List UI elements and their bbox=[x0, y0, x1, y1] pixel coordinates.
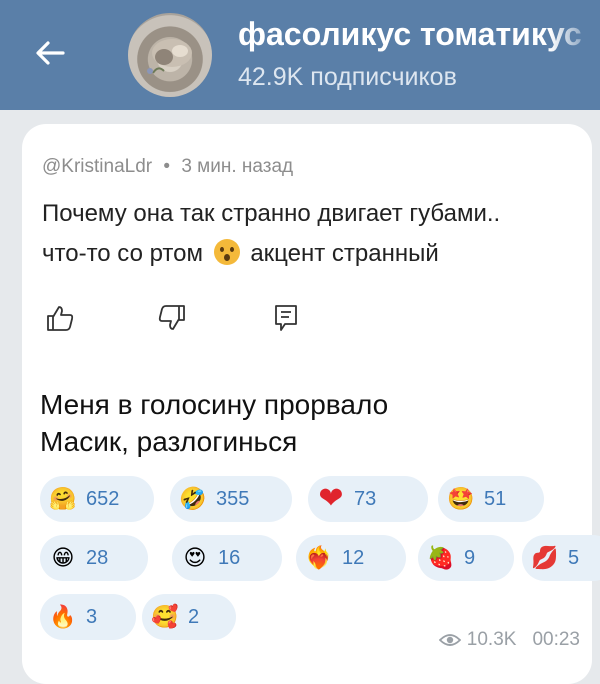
heart-on-fire-icon: ❤‍🔥 bbox=[305, 545, 333, 570]
reaction-count: 51 bbox=[484, 487, 507, 510]
thumbs-up-icon bbox=[47, 306, 74, 331]
eye-icon bbox=[438, 634, 461, 646]
comment-icon bbox=[275, 305, 297, 331]
thumbs-down-icon bbox=[158, 305, 185, 330]
comment-line-2-after: акцент странный bbox=[250, 240, 439, 267]
reaction-count: 652 bbox=[86, 487, 120, 510]
hugging-face-icon: 🤗 bbox=[49, 486, 77, 511]
heart-eyes-icon: 😍 bbox=[183, 545, 207, 570]
comment-time: 3 мин. назад bbox=[181, 156, 294, 177]
arrow-left-icon bbox=[36, 41, 65, 65]
red-heart-icon: ❤ bbox=[318, 482, 344, 515]
reaction-count: 355 bbox=[216, 487, 250, 510]
meta-separator: • bbox=[163, 156, 171, 177]
reaction-kiss-mark[interactable]: 💋 5 bbox=[522, 535, 600, 581]
reaction-heart-eyes[interactable]: 😍 16 bbox=[172, 535, 282, 581]
dislike-button[interactable] bbox=[154, 300, 190, 336]
kiss-mark-icon: 💋 bbox=[531, 545, 559, 570]
avatar-image bbox=[147, 39, 192, 74]
message-card: @KristinaLdr • 3 мин. назад Почему она т… bbox=[22, 124, 600, 684]
reaction-count: 16 bbox=[218, 546, 241, 569]
channel-title[interactable]: фасоликус томатикус bbox=[238, 16, 600, 53]
message-time: 00:23 bbox=[532, 629, 580, 650]
comment-actions bbox=[42, 300, 342, 340]
back-button[interactable] bbox=[30, 33, 70, 73]
grinning-face-icon: 😁 bbox=[51, 545, 75, 570]
fire-icon: 🔥 bbox=[49, 604, 77, 629]
reaction-hugging-face[interactable]: 🤗 652 bbox=[40, 476, 154, 522]
star-struck-icon: 🤩 bbox=[447, 486, 475, 511]
reaction-count: 73 bbox=[354, 487, 377, 510]
post-line-2: Масик, разлогинься bbox=[40, 426, 298, 457]
reaction-count: 2 bbox=[188, 605, 200, 628]
reaction-count: 9 bbox=[464, 546, 476, 569]
channel-header: фасоликус томатикус 42.9K подписчиков bbox=[0, 0, 600, 110]
reaction-fire[interactable]: 🔥 3 bbox=[40, 594, 136, 640]
reaction-red-heart[interactable]: ❤ 73 bbox=[308, 476, 428, 522]
channel-avatar[interactable] bbox=[128, 13, 212, 97]
like-button[interactable] bbox=[42, 300, 78, 336]
reply-button[interactable] bbox=[268, 300, 304, 336]
comment-line-2: что-то со ртом акцент странный bbox=[42, 234, 600, 274]
subscriber-count: 42.9K подписчиков bbox=[238, 63, 457, 91]
rolling-laughing-icon: 🤣 bbox=[179, 486, 207, 511]
comment-text: Почему она так странно двигает губами.. … bbox=[42, 194, 600, 274]
reaction-count: 3 bbox=[86, 605, 98, 628]
message-meta: 10.3K 00:23 bbox=[438, 629, 580, 651]
reaction-grinning-face[interactable]: 😁 28 bbox=[40, 535, 148, 581]
post-text: Меня в голосину прорвало Масик, разлогин… bbox=[40, 386, 388, 460]
reaction-star-struck[interactable]: 🤩 51 bbox=[438, 476, 544, 522]
comment-line-1: Почему она так странно двигает губами.. bbox=[42, 200, 501, 227]
reaction-count: 12 bbox=[342, 546, 365, 569]
comment-meta: @KristinaLdr • 3 мин. назад bbox=[42, 156, 293, 178]
surprised-face-icon bbox=[213, 239, 240, 265]
comment-author[interactable]: @KristinaLdr bbox=[42, 156, 152, 177]
smiling-hearts-icon: 🥰 bbox=[151, 604, 179, 629]
view-count: 10.3K bbox=[466, 629, 517, 650]
strawberry-icon: 🍓 bbox=[427, 545, 455, 570]
comment-line-2-before: что-то со ртом bbox=[42, 240, 203, 267]
reaction-rolling-laughing[interactable]: 🤣 355 bbox=[170, 476, 292, 522]
reaction-heart-on-fire[interactable]: ❤‍🔥 12 bbox=[296, 535, 406, 581]
reaction-count: 28 bbox=[86, 546, 109, 569]
reaction-count: 5 bbox=[568, 546, 580, 569]
post-line-1: Меня в голосину прорвало bbox=[40, 389, 389, 420]
reaction-strawberry[interactable]: 🍓 9 bbox=[418, 535, 514, 581]
reaction-smiling-hearts[interactable]: 🥰 2 bbox=[142, 594, 236, 640]
